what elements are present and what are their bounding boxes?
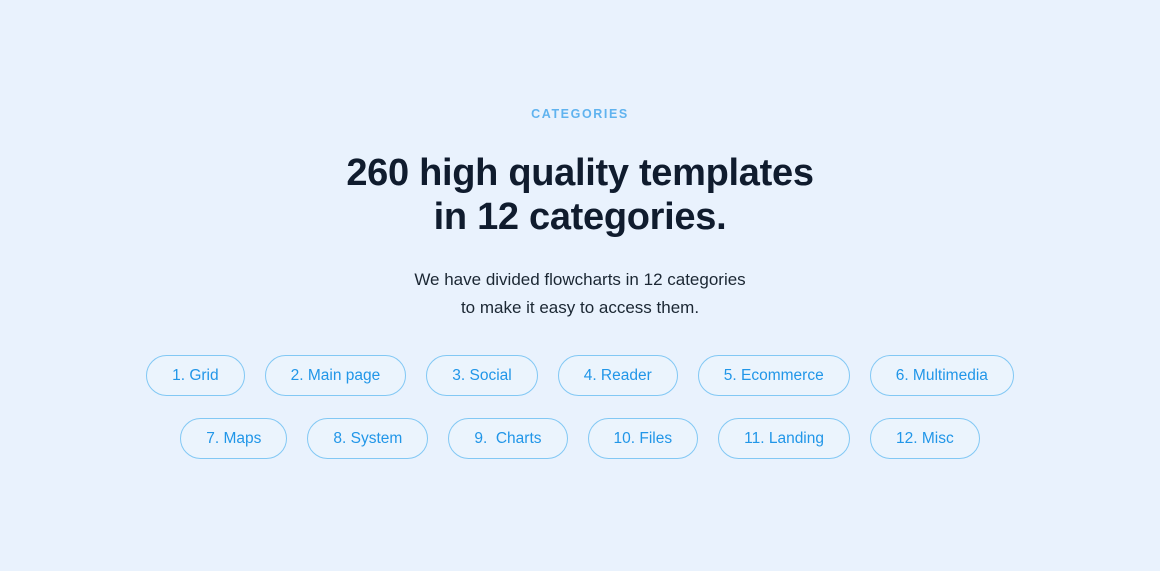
category-pill-row-2: 7. Maps 8. System 9. Charts 10. Files 11… xyxy=(180,418,980,459)
category-pill-charts[interactable]: 9. Charts xyxy=(448,418,568,459)
category-pill-multimedia[interactable]: 6. Multimedia xyxy=(869,355,1014,396)
page-title: 260 high quality templates in 12 categor… xyxy=(346,151,814,239)
category-pill-maps[interactable]: 7. Maps xyxy=(180,418,288,459)
section-eyebrow-label: CATEGORIES xyxy=(531,107,629,121)
category-pill-row-1: 1. Grid 2. Main page 3. Social 4. Reader… xyxy=(146,355,1014,396)
category-pill-grid[interactable]: 1. Grid xyxy=(146,355,245,396)
category-pill-groups: 1. Grid 2. Main page 3. Social 4. Reader… xyxy=(146,355,1014,459)
category-pill-files[interactable]: 10. Files xyxy=(587,418,699,459)
category-pill-social[interactable]: 3. Social xyxy=(426,355,538,396)
section-subtitle-line: We have divided flowcharts in 12 categor… xyxy=(414,270,746,289)
category-pill-landing[interactable]: 11. Landing xyxy=(718,418,850,459)
section-subtitle-line: to make it easy to access them. xyxy=(460,298,700,317)
page-title-line: in 12 categories. xyxy=(433,196,727,238)
categories-section: CATEGORIES 260 high quality templates in… xyxy=(0,0,1160,571)
category-pill-main-page[interactable]: 2. Main page xyxy=(264,355,407,396)
section-subtitle: We have divided flowcharts in 12 categor… xyxy=(414,266,745,322)
category-pill-ecommerce[interactable]: 5. Ecommerce xyxy=(697,355,850,396)
category-pill-misc[interactable]: 12. Misc xyxy=(870,418,980,459)
category-pill-reader[interactable]: 4. Reader xyxy=(557,355,678,396)
category-pill-system[interactable]: 8. System xyxy=(307,418,429,459)
page-title-line: 260 high quality templates xyxy=(346,152,814,194)
